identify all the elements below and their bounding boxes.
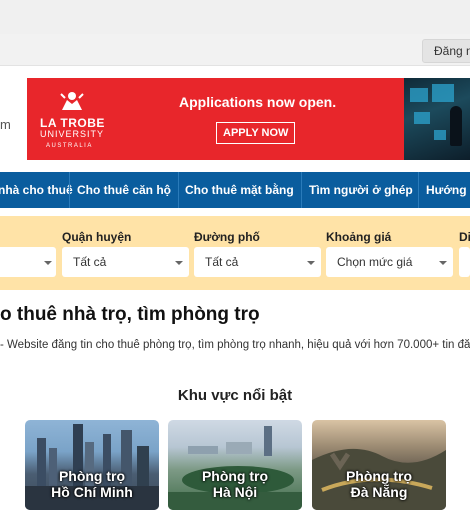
street-select[interactable]: Tất cả — [194, 247, 321, 277]
city-select[interactable] — [0, 247, 56, 277]
la-trobe-crest-icon — [60, 92, 84, 110]
street-value: Tất cả — [205, 255, 239, 269]
nav-item-rental-house[interactable]: nhà cho thuê — [0, 172, 73, 208]
nav-item-roommate[interactable]: Tìm người ở ghép — [309, 172, 413, 208]
ad-photo-person — [450, 106, 462, 146]
nav-item-guide[interactable]: Hướng dẫn — [426, 172, 470, 208]
ad-photo — [404, 78, 470, 160]
street-label: Đường phố — [194, 230, 260, 244]
ad-photo-screen — [432, 84, 454, 102]
ad-brand-country: AUSTRALIA — [46, 143, 93, 149]
price-select[interactable]: Chọn mức giá — [326, 247, 453, 277]
ad-brand-name: LA TROBE — [40, 116, 105, 130]
district-value: Tất cả — [73, 255, 107, 269]
browser-top-strip — [0, 0, 470, 34]
region-card-line1: Phòng trọ — [201, 468, 269, 484]
nav-separator — [301, 172, 302, 208]
region-card-label: Phòng trọ Đà Nẵng — [312, 468, 446, 500]
district-select[interactable]: Tất cả — [62, 247, 189, 277]
region-card-hcm[interactable]: Phòng trọ Hồ Chí Minh — [25, 420, 159, 510]
region-card-label: Phòng trọ Hồ Chí Minh — [25, 468, 159, 500]
ad-headline: Applications now open. — [179, 94, 337, 110]
ad-brand-university: UNIVERSITY — [40, 129, 105, 139]
price-label: Khoảng giá — [326, 230, 392, 244]
region-card-label: Phòng trọ Hà Nội — [168, 468, 302, 500]
area-select[interactable] — [459, 247, 470, 277]
region-card-hanoi[interactable]: Phòng trọ Hà Nội — [168, 420, 302, 510]
chevron-down-icon — [44, 261, 52, 265]
price-value: Chọn mức giá — [337, 255, 413, 269]
region-card-line2: Hồ Chí Minh — [51, 484, 133, 500]
search-filter-bar: Quận huyện Tất cả Đường phố Tất cả Khoản… — [0, 216, 470, 290]
area-label: Diện tích — [459, 230, 470, 244]
district-label: Quận huyện — [62, 230, 132, 244]
chevron-down-icon — [175, 261, 183, 265]
chevron-down-icon — [307, 261, 315, 265]
region-card-line1: Phòng trọ — [58, 468, 126, 484]
featured-regions-title: Khu vực nổi bật — [177, 387, 293, 404]
page-title: o thuê nhà trọ, tìm phòng trọ — [0, 304, 260, 325]
region-card-line1: Phòng trọ — [345, 468, 413, 484]
nav-item-apartment[interactable]: Cho thuê căn hộ — [77, 172, 171, 208]
region-card-line2: Đà Nẵng — [350, 484, 408, 500]
ad-photo-screen — [410, 88, 428, 102]
nav-separator — [178, 172, 179, 208]
ad-apply-button[interactable]: APPLY NOW — [216, 122, 296, 144]
login-button[interactable]: Đăng nhập — [422, 39, 470, 63]
chevron-down-icon — [439, 261, 447, 265]
region-card-danang[interactable]: Phòng trọ Đà Nẵng — [312, 420, 446, 510]
nav-separator — [69, 172, 70, 208]
region-card-line2: Hà Nội — [212, 484, 258, 500]
main-nav: nhà cho thuê Cho thuê căn hộ Cho thuê mặ… — [0, 172, 470, 208]
ad-photo-screen — [434, 130, 446, 140]
page-description: - Website đăng tin cho thuê phòng trọ, t… — [0, 339, 470, 351]
nav-item-premises[interactable]: Cho thuê mặt bằng — [185, 172, 294, 208]
ad-photo-screen — [414, 112, 430, 124]
ad-banner[interactable]: LA TROBE UNIVERSITY AUSTRALIA Applicatio… — [27, 78, 470, 160]
header-bar: Đăng nhập — [0, 34, 470, 66]
nav-separator — [418, 172, 419, 208]
site-logo-fragment[interactable]: m — [0, 117, 11, 132]
